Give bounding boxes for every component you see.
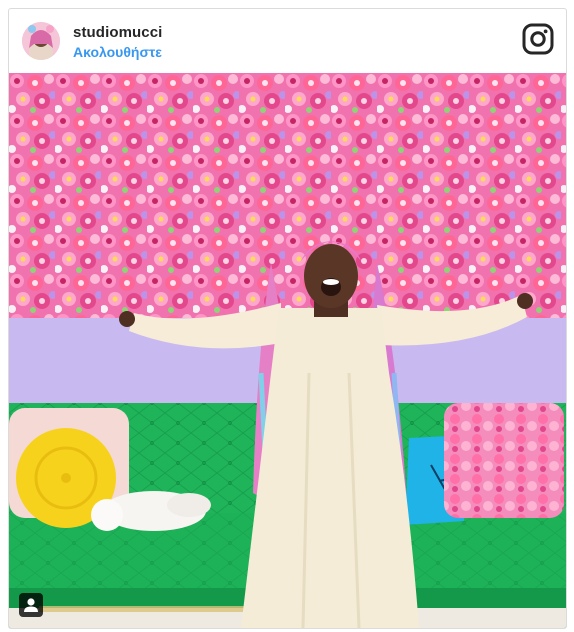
embedded-post-card: studiomucci Ακολουθήστε <box>8 8 567 629</box>
post-photo[interactable] <box>9 73 566 628</box>
follow-link[interactable]: Ακολουθήστε <box>73 44 162 60</box>
post-header: studiomucci Ακολουθήστε <box>9 9 566 73</box>
user-tag-icon[interactable] <box>19 593 43 617</box>
instagram-icon[interactable] <box>522 23 554 55</box>
username[interactable]: studiomucci <box>73 24 162 41</box>
avatar[interactable] <box>22 22 60 60</box>
person-icon <box>24 598 38 612</box>
avatar-image <box>22 22 60 60</box>
post-image <box>9 73 566 628</box>
